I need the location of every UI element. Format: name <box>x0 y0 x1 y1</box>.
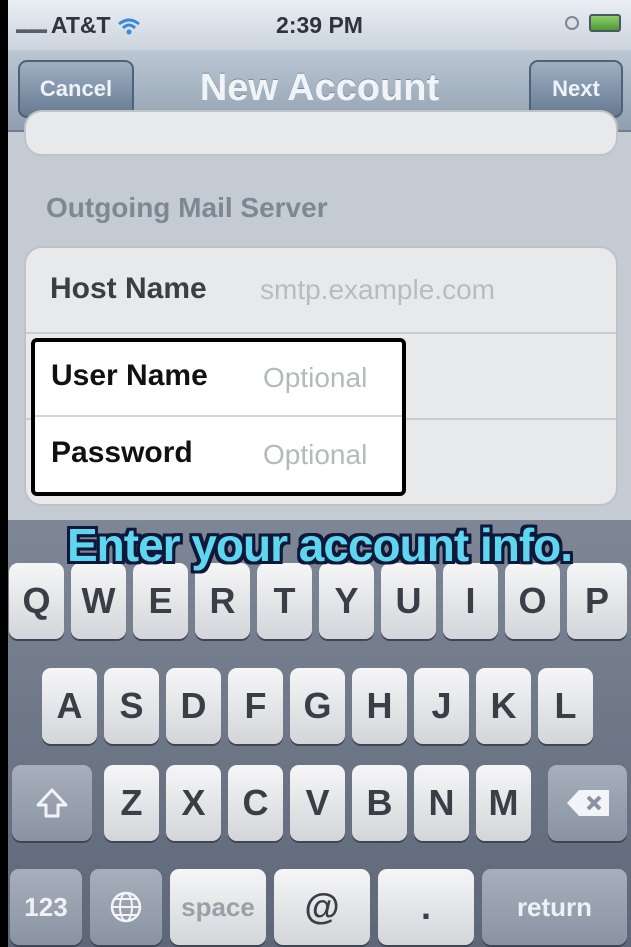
key-f[interactable]: F <box>228 668 283 744</box>
key-l[interactable]: L <box>538 668 593 744</box>
on-screen-keyboard: Q W E R T Y U I O P A S D F G H J K L Z … <box>8 520 631 947</box>
backspace-icon <box>566 790 609 816</box>
host-name-input[interactable]: smtp.example.com <box>260 274 495 306</box>
key-w[interactable]: W <box>71 563 126 639</box>
key-u[interactable]: U <box>381 563 436 639</box>
key-d[interactable]: D <box>166 668 221 744</box>
credentials-highlight: User Name Optional Password Optional <box>31 338 406 496</box>
key-t[interactable]: T <box>257 563 312 639</box>
status-bar: ▂▂▂▂ AT&T 2:39 PM <box>8 0 631 50</box>
instruction-caption: Enter your account info. <box>66 519 573 571</box>
battery-icon <box>589 14 621 32</box>
key-q[interactable]: Q <box>9 563 64 639</box>
key-i[interactable]: I <box>443 563 498 639</box>
password-row[interactable]: Password Optional <box>35 419 402 494</box>
key-e[interactable]: E <box>133 563 188 639</box>
numbers-key[interactable]: 123 <box>10 869 82 945</box>
key-n[interactable]: N <box>414 765 469 841</box>
rotation-lock-icon <box>565 16 579 30</box>
section-header: Outgoing Mail Server <box>46 192 328 223</box>
key-c[interactable]: C <box>228 765 283 841</box>
password-input[interactable]: Optional <box>263 439 367 471</box>
key-m[interactable]: M <box>476 765 531 841</box>
key-x[interactable]: X <box>166 765 221 841</box>
host-name-row[interactable]: Host Name smtp.example.com <box>26 248 616 334</box>
user-name-label: User Name <box>51 359 208 392</box>
globe-icon <box>110 891 142 923</box>
key-b[interactable]: B <box>352 765 407 841</box>
previous-field-group <box>24 110 618 156</box>
user-name-input[interactable]: Optional <box>263 362 367 394</box>
key-s[interactable]: S <box>104 668 159 744</box>
password-label: Password <box>51 436 193 469</box>
phone-screen: ▂▂▂▂ AT&T 2:39 PM Cancel New Account Nex… <box>8 0 631 947</box>
key-a[interactable]: A <box>42 668 97 744</box>
delete-key[interactable] <box>548 765 627 841</box>
key-h[interactable]: H <box>352 668 407 744</box>
key-z[interactable]: Z <box>104 765 159 841</box>
dot-key[interactable]: . <box>378 869 474 945</box>
globe-key[interactable] <box>90 869 162 945</box>
shift-key[interactable] <box>12 765 92 841</box>
at-key[interactable]: @ <box>274 869 370 945</box>
clock: 2:39 PM <box>276 12 363 38</box>
key-j[interactable]: J <box>414 668 469 744</box>
key-o[interactable]: O <box>505 563 560 639</box>
key-r[interactable]: R <box>195 563 250 639</box>
key-p[interactable]: P <box>567 563 627 639</box>
space-key[interactable]: space <box>170 869 266 945</box>
host-name-label: Host Name <box>50 272 207 305</box>
user-name-row[interactable]: User Name Optional <box>35 342 402 417</box>
key-v[interactable]: V <box>290 765 345 841</box>
key-y[interactable]: Y <box>319 563 374 639</box>
return-key[interactable]: return <box>482 869 627 945</box>
key-g[interactable]: G <box>290 668 345 744</box>
shift-arrow-icon <box>36 788 68 818</box>
key-k[interactable]: K <box>476 668 531 744</box>
